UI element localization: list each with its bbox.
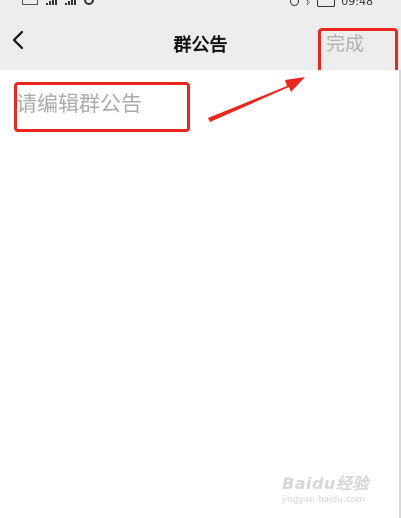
wifi-icon: [84, 0, 94, 5]
watermark: Baidu经验 jingyan.baidu.com: [282, 470, 392, 510]
alarm-icon: [290, 0, 300, 6]
watermark-brand: Baidu经验: [282, 474, 369, 493]
signal-icon: [65, 0, 76, 5]
done-highlight-box: [318, 28, 398, 76]
status-left: [22, 0, 94, 5]
signal-icon: [46, 0, 57, 5]
watermark-url: jingyan.baidu.com: [282, 495, 366, 505]
bluetooth-icon: ᛒ: [305, 0, 312, 7]
nav-bar: 群公告 完成: [0, 8, 401, 76]
sim-icon: [22, 0, 38, 5]
input-highlight-box: [14, 82, 190, 132]
status-bar: ᛒ 09:48: [0, 0, 401, 8]
status-right: ᛒ 09:48: [290, 0, 373, 8]
status-time: 09:48: [341, 0, 373, 8]
battery-icon: [317, 0, 336, 7]
announcement-editor: [0, 70, 401, 518]
